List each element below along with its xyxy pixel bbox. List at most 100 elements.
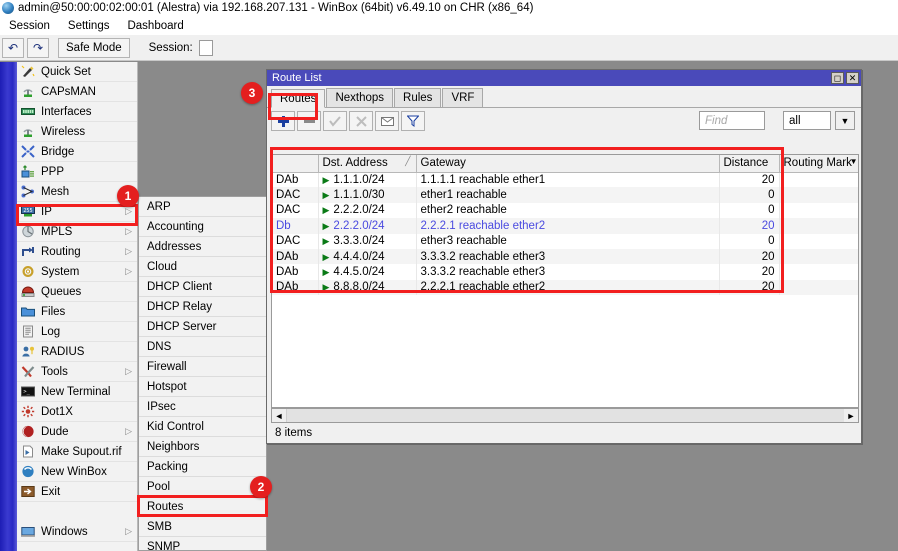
sidebar-item-tools[interactable]: Tools▷ xyxy=(17,362,137,382)
col-distance[interactable]: Distance xyxy=(719,155,779,172)
route-list-toolbar: Find all ▼ xyxy=(267,108,861,134)
sidebar-item-radius[interactable]: RADIUS xyxy=(17,342,137,362)
submenu-item-dns[interactable]: DNS xyxy=(139,337,266,357)
cell-distance: 20 xyxy=(719,249,779,264)
sidebar-item-new-terminal[interactable]: >_New Terminal xyxy=(17,382,137,402)
cell-gateway: 2.2.2.1 reachable ether2 xyxy=(416,280,719,295)
sidebar-item-new-winbox[interactable]: New WinBox xyxy=(17,462,137,482)
sidebar-item-bridge[interactable]: Bridge xyxy=(17,142,137,162)
sidebar-item-routing[interactable]: Routing▷ xyxy=(17,242,137,262)
submenu-item-neighbors[interactable]: Neighbors xyxy=(139,437,266,457)
table-row[interactable]: DAb▶8.8.8.0/242.2.2.1 reachable ether220 xyxy=(272,280,859,295)
sidebar-item-dot1x[interactable]: Dot1X xyxy=(17,402,137,422)
cell-distance: 0 xyxy=(719,234,779,249)
table-row[interactable]: DAC▶2.2.2.0/24ether2 reachable0 xyxy=(272,203,859,218)
submenu-item-cloud[interactable]: Cloud xyxy=(139,257,266,277)
tab-routes[interactable]: Routes xyxy=(271,89,325,108)
submenu-item-accounting[interactable]: Accounting xyxy=(139,217,266,237)
tab-vrf[interactable]: VRF xyxy=(442,88,483,107)
submenu-item-kid-control[interactable]: Kid Control xyxy=(139,417,266,437)
routes-table-container[interactable]: Dst. Address ╱ Gateway Distance Routing … xyxy=(271,154,859,408)
submenu-item-ipsec[interactable]: IPsec xyxy=(139,397,266,417)
sidebar-item-interfaces[interactable]: Interfaces xyxy=(17,102,137,122)
horizontal-scrollbar[interactable]: ◄ ► xyxy=(271,408,859,423)
sidebar-item-wireless[interactable]: Wireless xyxy=(17,122,137,142)
sidebar-item-exit[interactable]: Exit xyxy=(17,482,137,502)
table-row[interactable]: DAb▶4.4.5.0/243.3.3.2 reachable ether320 xyxy=(272,264,859,279)
redo-icon[interactable]: ↷ xyxy=(27,38,49,58)
scope-select[interactable]: all xyxy=(783,111,831,130)
submenu-item-smb[interactable]: SMB xyxy=(139,517,266,537)
find-input[interactable]: Find xyxy=(699,111,765,130)
sidebar-item-label: MPLS xyxy=(41,226,120,238)
table-row[interactable]: DAC▶1.1.1.0/30ether1 reachable0 xyxy=(272,187,859,202)
submenu-item-routes[interactable]: Routes xyxy=(139,497,266,517)
scrollbar-thumb[interactable] xyxy=(286,409,844,422)
sidebar-item-capsman[interactable]: CAPsMAN xyxy=(17,82,137,102)
chevron-right-icon: ▷ xyxy=(125,366,137,377)
session-input[interactable] xyxy=(199,40,213,56)
chevron-down-icon[interactable]: ▼ xyxy=(835,111,855,130)
filter-icon[interactable] xyxy=(401,111,425,131)
submenu-item-pool[interactable]: Pool xyxy=(139,477,266,497)
tab-nexthops[interactable]: Nexthops xyxy=(326,88,393,107)
undo-icon[interactable]: ↶ xyxy=(2,38,24,58)
cross-icon[interactable] xyxy=(349,111,373,131)
sidebar-item-make-supout-rif[interactable]: Make Supout.rif xyxy=(17,442,137,462)
submenu-item-dhcp-relay[interactable]: DHCP Relay xyxy=(139,297,266,317)
sidebar-item-dude[interactable]: Dude▷ xyxy=(17,422,137,442)
table-row[interactable]: Db▶2.2.2.0/242.2.2.1 reachable ether220 xyxy=(272,218,859,233)
col-flags[interactable] xyxy=(272,155,318,172)
submenu-item-arp[interactable]: ARP xyxy=(139,197,266,217)
table-row[interactable]: DAb▶1.1.1.0/241.1.1.1 reachable ether120 xyxy=(272,172,859,187)
col-dst-address[interactable]: Dst. Address ╱ xyxy=(318,155,416,172)
cell-dst-address: ▶4.4.5.0/24 xyxy=(318,264,416,279)
sidebar-item-mpls[interactable]: MPLS ▷ xyxy=(17,222,137,242)
sidebar-item-log[interactable]: Log xyxy=(17,322,137,342)
window-titlebar: admin@50:00:00:02:00:01 (Alestra) via 19… xyxy=(0,0,898,16)
submenu-item-firewall[interactable]: Firewall xyxy=(139,357,266,377)
maximize-icon[interactable]: ◻ xyxy=(831,72,844,84)
col-routing-mark[interactable]: Routing Mark ▼ xyxy=(779,155,859,172)
submenu-item-dhcp-client[interactable]: DHCP Client xyxy=(139,277,266,297)
sidebar-item-files[interactable]: Files xyxy=(17,302,137,322)
comment-icon[interactable] xyxy=(375,111,399,131)
sidebar-item-queues[interactable]: Queues xyxy=(17,282,137,302)
submenu-item-addresses[interactable]: Addresses xyxy=(139,237,266,257)
minus-icon[interactable] xyxy=(297,111,321,131)
sort-indicator-icon: ╱ xyxy=(405,156,410,167)
cell-dst-address-text: 4.4.5.0/24 xyxy=(333,266,384,278)
sidebar-item-ppp[interactable]: PPP xyxy=(17,162,137,182)
sidebar-item-ip[interactable]: 255IP▷ xyxy=(17,202,137,222)
close-icon[interactable]: ✕ xyxy=(846,72,859,84)
route-list-titlebar: Route List ◻ ✕ xyxy=(267,70,861,86)
plus-icon[interactable] xyxy=(271,111,295,131)
wand-icon xyxy=(21,65,36,79)
menu-dashboard[interactable]: Dashboard xyxy=(118,19,192,33)
table-row[interactable]: DAb▶4.4.4.0/243.3.3.2 reachable ether320 xyxy=(272,249,859,264)
menu-session[interactable]: Session xyxy=(0,19,59,33)
column-menu-icon[interactable]: ▼ xyxy=(850,157,858,166)
chevron-right-icon: ▷ xyxy=(125,226,137,237)
arrow-right-icon[interactable]: ► xyxy=(844,409,858,422)
cell-gateway: ether2 reachable xyxy=(416,203,719,218)
chevron-right-icon: ▷ xyxy=(125,266,137,277)
sidebar-item-windows[interactable]: Windows▷ xyxy=(17,522,137,542)
queues-icon xyxy=(21,285,36,299)
sidebar-item-system[interactable]: System▷ xyxy=(17,262,137,282)
check-icon[interactable] xyxy=(323,111,347,131)
bridge-icon xyxy=(21,145,36,159)
sidebar-item-quick-set[interactable]: Quick Set xyxy=(17,62,137,82)
col-gateway[interactable]: Gateway xyxy=(416,155,719,172)
table-row[interactable]: DAC▶3.3.3.0/24ether3 reachable0 xyxy=(272,234,859,249)
submenu-item-packing[interactable]: Packing xyxy=(139,457,266,477)
submenu-item-dhcp-server[interactable]: DHCP Server xyxy=(139,317,266,337)
safe-mode-button[interactable]: Safe Mode xyxy=(58,38,130,58)
submenu-item-hotspot[interactable]: Hotspot xyxy=(139,377,266,397)
cell-distance: 0 xyxy=(719,187,779,202)
tab-rules[interactable]: Rules xyxy=(394,88,441,107)
arrow-left-icon[interactable]: ◄ xyxy=(272,409,286,422)
sidebar-item-label: CAPsMAN xyxy=(41,86,137,98)
submenu-item-snmp[interactable]: SNMP xyxy=(139,537,266,551)
menu-settings[interactable]: Settings xyxy=(59,19,119,33)
